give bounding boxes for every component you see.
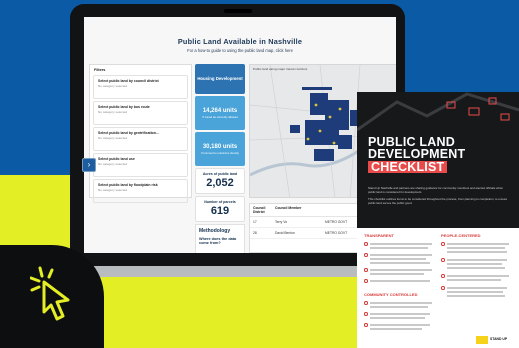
- laptop-base: [62, 265, 402, 277]
- housing-development-tile: Housing Development: [195, 64, 245, 94]
- check-circle-icon: [364, 301, 368, 305]
- cell: Terry Vo: [275, 220, 288, 224]
- page-title: Public Land Available in Nashville: [177, 37, 303, 46]
- units-current-tile: 14,264 units If zoned as currently allow…: [195, 96, 245, 130]
- section-heading: PEOPLE-CENTERED: [441, 233, 481, 238]
- page-subtitle-link[interactable]: For a how-to guide to using the public l…: [84, 48, 396, 53]
- filter-status: No category selected: [98, 110, 128, 114]
- acres-value: 2,052: [206, 177, 234, 189]
- filter-council-district[interactable]: Select public land by council district N…: [93, 75, 188, 99]
- filter-land-use[interactable]: Select public land use No category selec…: [93, 153, 188, 177]
- filter-status: No category selected: [98, 188, 128, 192]
- methodology-panel[interactable]: Methodology Where does the data come fro…: [195, 224, 245, 253]
- units-rezoned-caption: If rezoned to maximize density: [201, 150, 239, 155]
- laptop-notch: [224, 9, 252, 13]
- col-header: Council District: [253, 206, 266, 214]
- section-heading: TRANSPARENT: [364, 233, 394, 238]
- stats-column: Housing Development 14,264 units If zone…: [195, 64, 245, 253]
- map-caption: Public land along major transit corridor…: [253, 67, 308, 71]
- check-circle-icon: [441, 274, 445, 278]
- check-circle-icon: [364, 242, 368, 246]
- cell: David Benton: [275, 231, 295, 235]
- filters-panel: Filters Select public land by council di…: [89, 64, 192, 203]
- parcels-tile: Number of parcels 619: [195, 196, 245, 222]
- methodology-question: Where does the data come from?: [199, 237, 237, 245]
- check-circle-icon: [441, 242, 445, 246]
- dashboard-screen: Public Land Available in Nashville For a…: [84, 17, 396, 253]
- check-circle-icon: [364, 323, 368, 327]
- filter-label: Select public land by bus route: [98, 105, 150, 109]
- acres-tile: Acres of public land 2,052: [195, 168, 245, 194]
- units-current-value: 14,264 units: [202, 107, 238, 114]
- filter-label: Select public land by floodplain risk: [98, 183, 158, 187]
- parcel-map-thumbnail: [357, 92, 519, 132]
- filter-status: No category selected: [98, 84, 128, 88]
- cell: 17: [253, 220, 257, 224]
- parcels-value: 619: [210, 205, 230, 217]
- units-rezoned-tile: 30,180 units If rezoned to maximize dens…: [195, 132, 245, 166]
- filter-floodplain[interactable]: Select public land by floodplain risk No…: [93, 179, 188, 203]
- checklist-document: PUBLIC LAND DEVELOPMENT CHECKLIST Stand …: [357, 92, 519, 348]
- filters-heading: Filters: [94, 68, 106, 72]
- filter-label: Select public land by council district: [98, 79, 159, 83]
- brand-logo-text: STAND UP: [490, 337, 508, 341]
- intro-paragraph: This checklist outlines items to be cons…: [368, 197, 508, 205]
- checklist-intro: Stand Up Nashville and partners are shar…: [368, 186, 510, 205]
- section-heading: COMMUNITY CONTROLLED: [364, 292, 418, 297]
- check-circle-icon: [441, 258, 445, 262]
- methodology-label: Methodology: [199, 228, 231, 234]
- arrow-right-icon[interactable]: ›: [82, 158, 96, 172]
- filter-status: No category selected: [98, 136, 128, 140]
- units-rezoned-value: 30,180 units: [202, 143, 238, 150]
- title-highlight: CHECKLIST: [368, 161, 448, 173]
- filter-label: Select public land by gentrification...: [98, 131, 159, 135]
- units-current-caption: If zoned as currently allowed: [202, 114, 238, 119]
- col-header: Council Member: [275, 206, 302, 210]
- checklist-sections: TRANSPARENT PEOPLE-CENTERED COMMUNITY CO…: [357, 228, 519, 348]
- cell: 28: [253, 231, 257, 235]
- intro-paragraph: Stand Up Nashville and partners are shar…: [368, 186, 504, 194]
- check-circle-icon: [364, 253, 368, 257]
- acres-label: Acres of public land: [202, 172, 238, 176]
- check-circle-icon: [364, 312, 368, 316]
- check-circle-icon: [364, 279, 368, 283]
- check-circle-icon: [364, 268, 368, 272]
- parcels-label: Number of parcels: [204, 200, 236, 204]
- filter-gentrification[interactable]: Select public land by gentrification... …: [93, 127, 188, 151]
- filter-label: Select public land use: [98, 157, 135, 161]
- cursor-click-icon: [29, 266, 80, 331]
- filter-bus-route[interactable]: Select public land by bus route No categ…: [93, 101, 188, 125]
- title-line: DEVELOPMENT: [368, 147, 466, 161]
- filter-status: No category selected: [98, 162, 128, 166]
- checklist-title: PUBLIC LAND DEVELOPMENT CHECKLIST: [368, 136, 465, 173]
- brand-logo-mark: [476, 336, 488, 344]
- check-circle-icon: [441, 286, 445, 290]
